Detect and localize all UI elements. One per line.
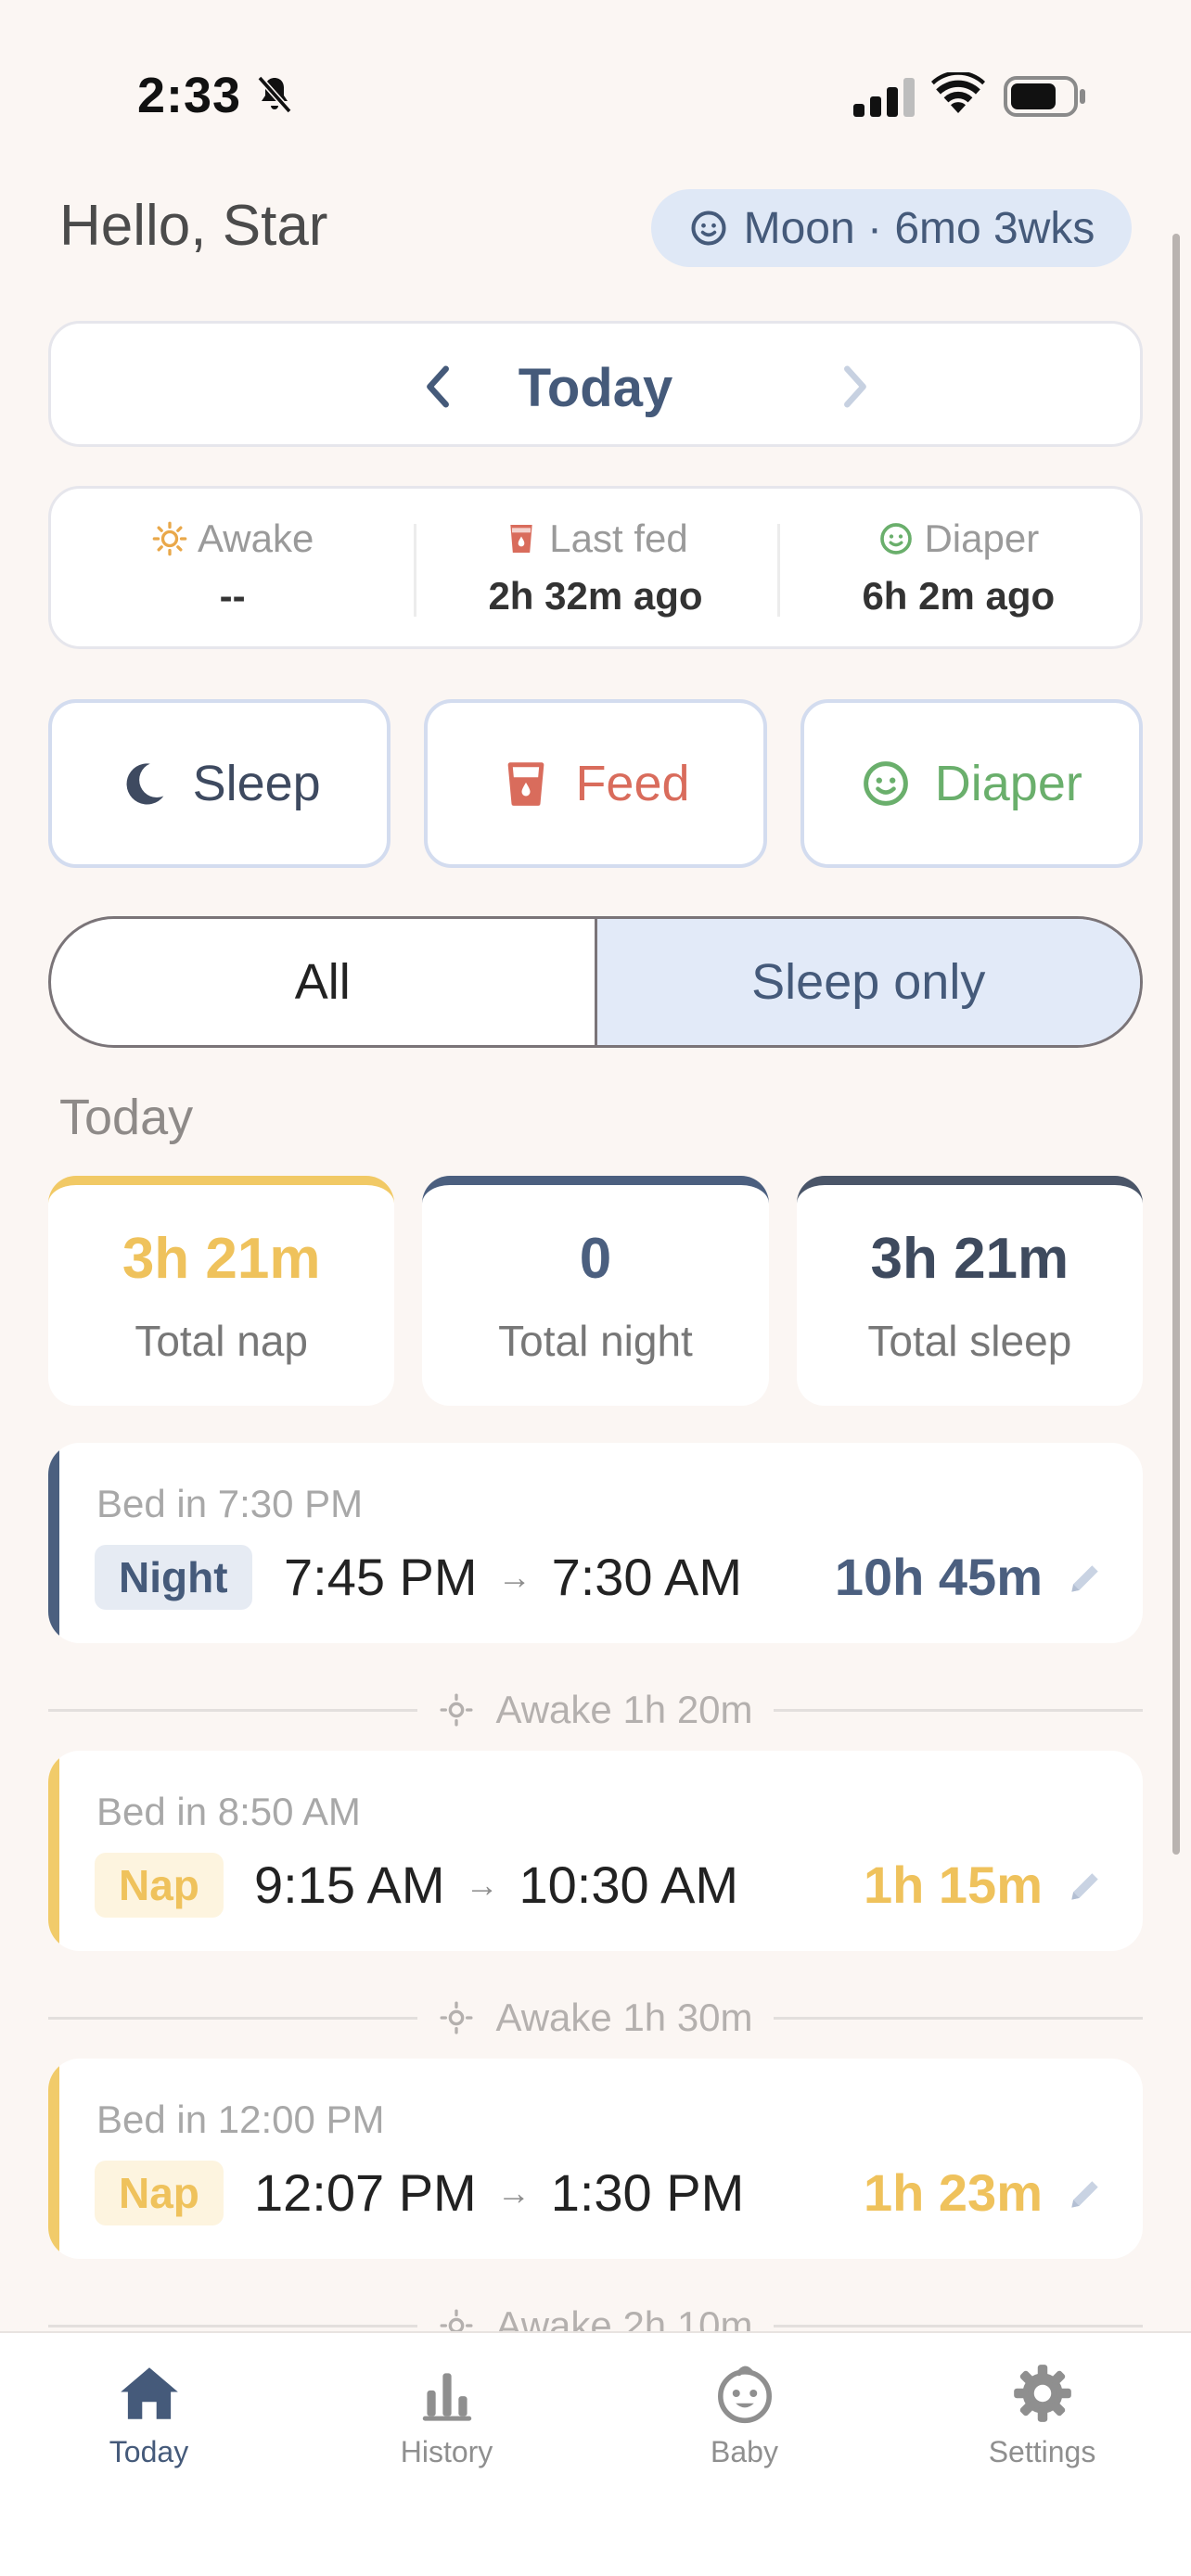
sun-icon: [152, 521, 187, 556]
total-sleep-card: 3h 21m Total sleep: [796, 1176, 1143, 1406]
scrollbar[interactable]: [1172, 234, 1180, 1855]
awake-gap: Awake 1h 20m: [48, 1682, 1143, 1738]
log-diaper-label: Diaper: [934, 756, 1082, 811]
log-sleep-label: Sleep: [192, 756, 321, 811]
baby-face-icon: [717, 2366, 772, 2424]
sleep-entry[interactable]: Bed in 8:50 AM Nap 9:15 AM → 10:30 AM 1h…: [48, 1751, 1143, 1951]
baby-selector-chip[interactable]: Moon · 6mo 3wks: [651, 189, 1132, 267]
baby-face-icon: [863, 761, 908, 806]
filter-all[interactable]: All: [51, 919, 595, 1045]
entry-duration: 1h 15m: [864, 1855, 1043, 1914]
entry-bed-time: Bed in 8:50 AM: [96, 1790, 361, 1833]
cup-icon: [508, 762, 544, 806]
entry-bed-time: Bed in 7:30 PM: [96, 1482, 364, 1525]
entry-start-time: 12:07 PM: [254, 2163, 477, 2222]
summary-last-fed-label: Last fed: [549, 516, 688, 560]
pencil-icon[interactable]: [1065, 1558, 1106, 1599]
pencil-icon[interactable]: [1065, 1866, 1106, 1906]
entry-type-tag: Nap: [95, 2161, 224, 2225]
summary-awake-label: Awake: [198, 516, 314, 560]
summary-diaper: Diaper 6h 2m ago: [776, 489, 1140, 646]
tab-bar: Today History Baby Settings: [0, 2331, 1191, 2576]
baby-face-icon: [880, 523, 913, 555]
tab-history[interactable]: History: [298, 2333, 596, 2576]
next-day-button[interactable]: [823, 355, 886, 418]
summary-last-fed-value: 2h 32m ago: [488, 574, 703, 618]
date-label: Today: [518, 358, 673, 418]
entry-type-tag: Nap: [95, 1853, 224, 1918]
filter-sleep-only[interactable]: Sleep only: [594, 919, 1140, 1045]
tab-baby[interactable]: Baby: [596, 2333, 893, 2576]
log-actions: Sleep Feed Diaper: [48, 699, 1143, 868]
entry-time-range: 9:15 AM → 10:30 AM: [254, 1855, 738, 1915]
awake-gap-label: Awake 1h 30m: [495, 1996, 753, 2039]
entry-time-range: 7:45 PM → 7:30 AM: [284, 1547, 742, 1607]
log-feed-label: Feed: [575, 756, 690, 811]
entry-duration: 1h 23m: [864, 2163, 1043, 2222]
entry-bed-time: Bed in 12:00 PM: [96, 2098, 385, 2141]
entry-end-time: 10:30 AM: [519, 1855, 739, 1914]
chevron-right-icon: [844, 365, 866, 408]
log-sleep-button[interactable]: Sleep: [48, 699, 391, 868]
battery-icon: [1004, 76, 1085, 117]
arrow-right-icon: →: [497, 1557, 531, 1596]
entry-filter-toggle: All Sleep only: [48, 916, 1143, 1048]
baby-chip-label: Moon · 6mo 3wks: [743, 203, 1095, 253]
pencil-icon[interactable]: [1065, 2174, 1106, 2214]
status-time: 2:33: [137, 68, 242, 123]
total-sleep-value: 3h 21m: [870, 1226, 1069, 1291]
tab-today-label: Today: [109, 2435, 189, 2468]
entry-end-time: 7:30 AM: [551, 1548, 743, 1606]
section-title: Today: [59, 1090, 194, 1145]
summary-awake-value: --: [219, 574, 246, 618]
bell-slash-icon: [257, 75, 292, 114]
log-diaper-button[interactable]: Diaper: [800, 699, 1143, 868]
arrow-right-icon: →: [465, 1865, 499, 1904]
moon-icon: [126, 763, 163, 805]
status-bar: 2:33: [0, 0, 1191, 148]
total-nap-value: 3h 21m: [122, 1226, 321, 1291]
awake-gap-label: Awake 1h 20m: [495, 1688, 753, 1731]
entry-type-tag: Night: [95, 1545, 252, 1610]
summary-diaper-label: Diaper: [924, 516, 1040, 560]
entry-start-time: 9:15 AM: [254, 1855, 445, 1914]
summary-diaper-value: 6h 2m ago: [862, 574, 1056, 618]
summary-awake: Awake --: [51, 489, 414, 646]
tab-settings-label: Settings: [988, 2435, 1096, 2468]
sleep-entry[interactable]: Bed in 12:00 PM Nap 12:07 PM → 1:30 PM 1…: [48, 2059, 1143, 2259]
total-sleep-label: Total sleep: [867, 1316, 1072, 1365]
date-navigator: Today: [48, 321, 1143, 447]
log-feed-button[interactable]: Feed: [424, 699, 767, 868]
status-summary: Awake -- Last fed 2h 32m ago Diaper 6h 2…: [48, 486, 1143, 649]
tab-settings[interactable]: Settings: [893, 2333, 1191, 2576]
tab-today[interactable]: Today: [0, 2333, 298, 2576]
bar-chart-icon: [422, 2373, 471, 2421]
total-night-card: 0 Total night: [422, 1176, 769, 1406]
awake-gap: Awake 1h 30m: [48, 1990, 1143, 2046]
arrow-right-icon: →: [496, 2173, 531, 2212]
total-night-label: Total night: [498, 1316, 693, 1365]
cellular-signal-icon: [853, 78, 915, 117]
sleep-totals: 3h 21m Total nap 0 Total night 3h 21m To…: [48, 1176, 1143, 1406]
total-nap-card: 3h 21m Total nap: [48, 1176, 395, 1406]
total-night-value: 0: [579, 1226, 612, 1291]
sun-icon: [440, 2001, 473, 2034]
baby-face-icon: [691, 210, 726, 246]
summary-last-fed: Last fed 2h 32m ago: [414, 489, 776, 646]
entry-start-time: 7:45 PM: [284, 1548, 478, 1606]
entry-duration: 10h 45m: [834, 1548, 1043, 1606]
tab-history-label: History: [400, 2435, 493, 2468]
sleep-entry[interactable]: Bed in 7:30 PM Night 7:45 PM → 7:30 AM 1…: [48, 1443, 1143, 1643]
gear-icon: [1013, 2365, 1071, 2422]
cup-icon: [510, 525, 532, 553]
entry-time-range: 12:07 PM → 1:30 PM: [254, 2162, 744, 2223]
sun-icon: [440, 1693, 473, 1727]
total-nap-label: Total nap: [134, 1316, 309, 1365]
wifi-icon: [931, 72, 985, 113]
home-icon: [120, 2367, 178, 2419]
tab-baby-label: Baby: [711, 2435, 778, 2468]
greeting: Hello, Star: [59, 194, 328, 258]
entry-end-time: 1:30 PM: [550, 2163, 745, 2222]
